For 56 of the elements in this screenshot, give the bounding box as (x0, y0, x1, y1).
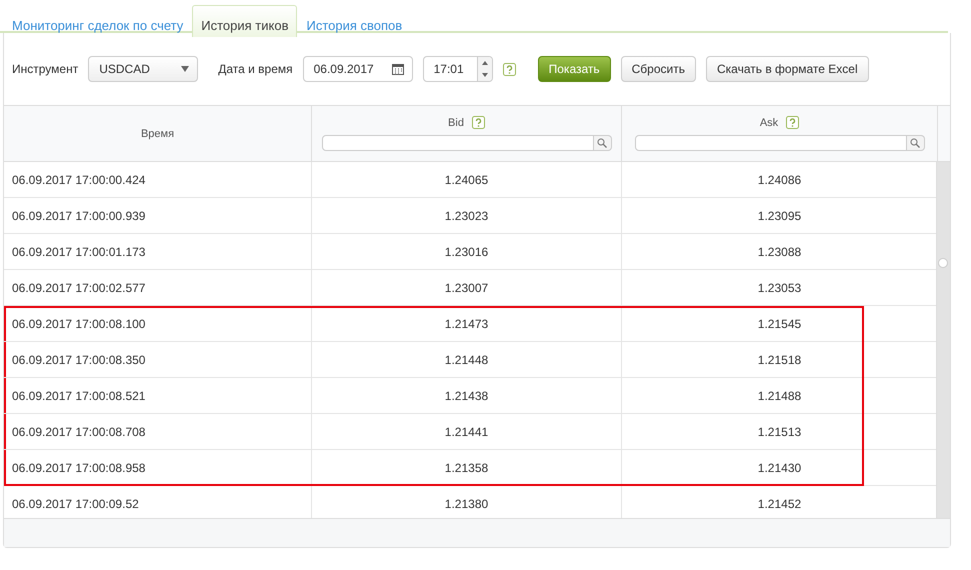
table-cell: 1.23016 (444, 244, 488, 258)
column-header: Bid (448, 116, 464, 128)
caret-icon (181, 66, 190, 72)
search-button[interactable] (906, 135, 924, 151)
calendar-icon[interactable] (392, 63, 404, 75)
filter-field[interactable] (634, 135, 906, 151)
search-icon[interactable] (597, 138, 607, 148)
scroll-thumb[interactable] (938, 258, 948, 268)
table-cell: 1.21448 (444, 352, 488, 366)
table-cell: 1.21438 (444, 388, 488, 402)
date-field[interactable]: 06.09.2017 (302, 56, 413, 82)
table-cell: 1.21452 (758, 496, 802, 510)
help-icon[interactable] (502, 62, 516, 76)
table-cell: 06.09.2017 17:00:08.708 (12, 424, 146, 438)
table-cell: 06.09.2017 17:00:08.958 (12, 460, 146, 474)
table-cell: 1.21358 (444, 460, 488, 474)
filter-field[interactable] (322, 135, 594, 151)
table-cell: 06.09.2017 17:00:08.100 (12, 316, 146, 330)
table-cell: 06.09.2017 17:00:02.577 (12, 280, 146, 294)
search-icon[interactable] (910, 138, 920, 148)
table-cell: 1.23007 (444, 280, 488, 294)
table-cell: 1.21441 (444, 424, 488, 438)
spin-up-icon[interactable] (482, 61, 488, 65)
table-cell: 1.21473 (444, 316, 488, 330)
table-cell: 06.09.2017 17:00:09.52 (12, 496, 139, 510)
instrument-dropdown[interactable]: USDCAD (88, 56, 198, 82)
table-cell: 1.23053 (758, 280, 802, 294)
table-cell: 1.23088 (758, 244, 802, 258)
table-cell: 06.09.2017 17:00:08.521 (12, 388, 146, 402)
tab[interactable]: История тиков (192, 5, 298, 37)
time-field[interactable]: 17:01 (422, 56, 493, 82)
table-cell: 1.23023 (444, 208, 488, 222)
column-header: Ask (760, 116, 778, 128)
search-button[interactable] (594, 135, 612, 151)
column-header: Время (140, 128, 174, 140)
scrollbar[interactable] (936, 162, 950, 518)
table-cell: 1.24086 (758, 172, 802, 186)
table-cell: 1.21518 (758, 352, 802, 366)
action-button[interactable]: Скачать в формате Excel (706, 56, 869, 82)
help-icon[interactable] (472, 116, 485, 129)
spin-down-icon[interactable] (482, 73, 488, 77)
table-cell: 06.09.2017 17:00:00.939 (12, 208, 146, 222)
table-cell: 1.24065 (444, 172, 488, 186)
table-cell: 1.21513 (758, 424, 802, 438)
table-cell: 06.09.2017 17:00:08.350 (12, 352, 146, 366)
table-cell: 06.09.2017 17:00:01.173 (12, 244, 146, 258)
table-cell: 1.21380 (444, 496, 488, 510)
table-cell: 1.23095 (758, 208, 802, 222)
table-cell: 06.09.2017 17:00:00.424 (12, 172, 146, 186)
action-button[interactable]: Сбросить (620, 56, 696, 82)
table-cell: 1.21430 (758, 460, 802, 474)
table-cell: 1.21488 (758, 388, 802, 402)
field-label: Инструмент (12, 62, 78, 76)
field-label: Дата и время (218, 62, 293, 76)
table-cell: 1.21545 (758, 316, 802, 330)
help-icon[interactable] (786, 116, 800, 129)
